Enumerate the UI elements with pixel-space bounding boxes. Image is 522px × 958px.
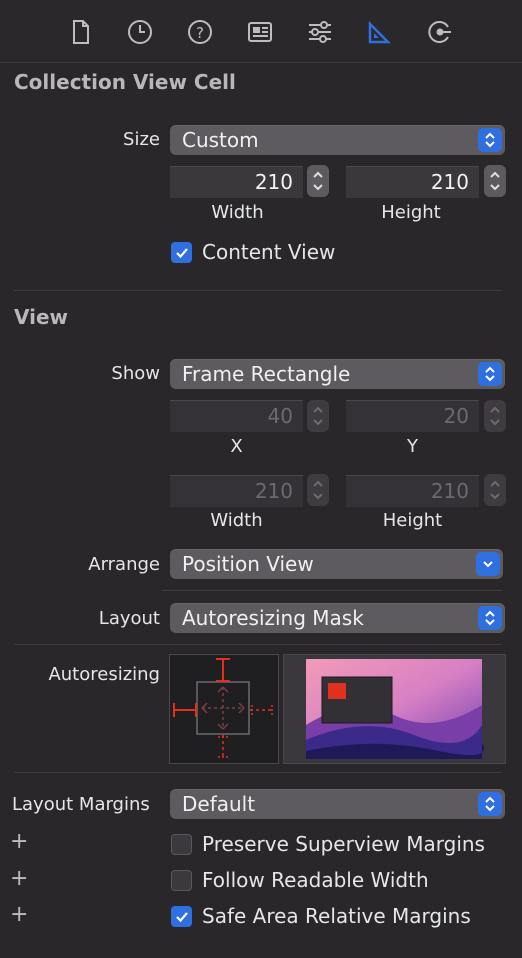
y-stepper[interactable] (484, 400, 506, 432)
layout-label: Layout (98, 608, 160, 629)
divider (14, 772, 502, 773)
layout-margins-popup-value: Default (182, 792, 256, 816)
quick-help-icon[interactable]: ? (184, 16, 216, 48)
preserve-superview-margins-label: Preserve Superview Margins (202, 832, 485, 856)
height-field[interactable]: 210 (346, 166, 479, 198)
arrange-label: Arrange (88, 554, 160, 575)
x-stepper[interactable] (307, 400, 329, 432)
checkmark-icon (175, 911, 188, 922)
layout-popup[interactable]: Autoresizing Mask (170, 603, 505, 633)
section-title-collection-view-cell: Collection View Cell (14, 70, 236, 94)
follow-readable-width-label: Follow Readable Width (202, 868, 429, 892)
show-popup[interactable]: Frame Rectangle (170, 359, 505, 389)
arrange-popup[interactable]: Position View (170, 549, 503, 579)
popup-arrows-icon (478, 128, 502, 152)
frame-height-stepper[interactable] (484, 474, 506, 506)
height-stepper[interactable] (484, 165, 506, 197)
y-label: Y (407, 436, 418, 457)
size-popup[interactable]: Custom (170, 125, 505, 155)
frame-width-field[interactable]: 210 (170, 475, 303, 507)
layout-margins-popup[interactable]: Default (170, 789, 505, 819)
show-popup-value: Frame Rectangle (182, 362, 351, 386)
autoresizing-preview (283, 654, 506, 764)
width-label: Width (211, 202, 264, 223)
content-view-checkbox[interactable] (171, 242, 192, 263)
autoresizing-mask-editor[interactable] (169, 654, 279, 764)
size-inspector-icon[interactable] (364, 16, 396, 48)
x-field[interactable]: 40 (170, 400, 303, 432)
layout-popup-value: Autoresizing Mask (182, 606, 364, 630)
connections-inspector-icon[interactable] (424, 16, 456, 48)
frame-height-label: Height (382, 510, 443, 531)
autoresizing-label: Autoresizing (48, 664, 160, 685)
add-variation-button[interactable]: + (10, 829, 28, 854)
y-field[interactable]: 20 (346, 400, 479, 432)
x-label: X (230, 436, 243, 457)
file-inspector-icon[interactable] (64, 16, 96, 48)
attributes-inspector-icon[interactable] (304, 16, 336, 48)
content-view-label: Content View (202, 240, 336, 264)
inspector-toolbar: ? (0, 0, 522, 63)
size-label: Size (123, 129, 160, 150)
svg-text:?: ? (196, 24, 204, 42)
frame-height-field[interactable]: 210 (346, 475, 479, 507)
frame-width-label: Width (210, 510, 263, 531)
preserve-superview-margins-checkbox[interactable] (171, 834, 192, 855)
identity-inspector-icon[interactable] (244, 16, 276, 48)
checkmark-icon (175, 247, 188, 258)
frame-width-stepper[interactable] (307, 474, 329, 506)
popup-arrows-icon (478, 362, 502, 386)
show-label: Show (111, 363, 160, 384)
arrange-popup-value: Position View (182, 552, 314, 576)
safe-area-relative-margins-label: Safe Area Relative Margins (202, 904, 471, 928)
follow-readable-width-checkbox[interactable] (171, 870, 192, 891)
width-stepper[interactable] (307, 165, 329, 197)
add-variation-button[interactable]: + (10, 866, 28, 891)
layout-margins-label: Layout Margins (12, 794, 150, 815)
popup-arrows-icon (478, 606, 502, 630)
section-title-view: View (14, 305, 69, 329)
section-divider (14, 290, 502, 291)
chevron-down-icon (476, 552, 500, 576)
add-variation-button[interactable]: + (10, 902, 28, 927)
size-popup-value: Custom (182, 128, 259, 152)
safe-area-relative-margins-checkbox[interactable] (171, 906, 192, 927)
width-field[interactable]: 210 (170, 166, 303, 198)
divider (14, 644, 502, 645)
height-label: Height (381, 202, 441, 223)
popup-arrows-icon (478, 792, 502, 816)
divider (162, 590, 502, 591)
history-inspector-icon[interactable] (124, 16, 156, 48)
